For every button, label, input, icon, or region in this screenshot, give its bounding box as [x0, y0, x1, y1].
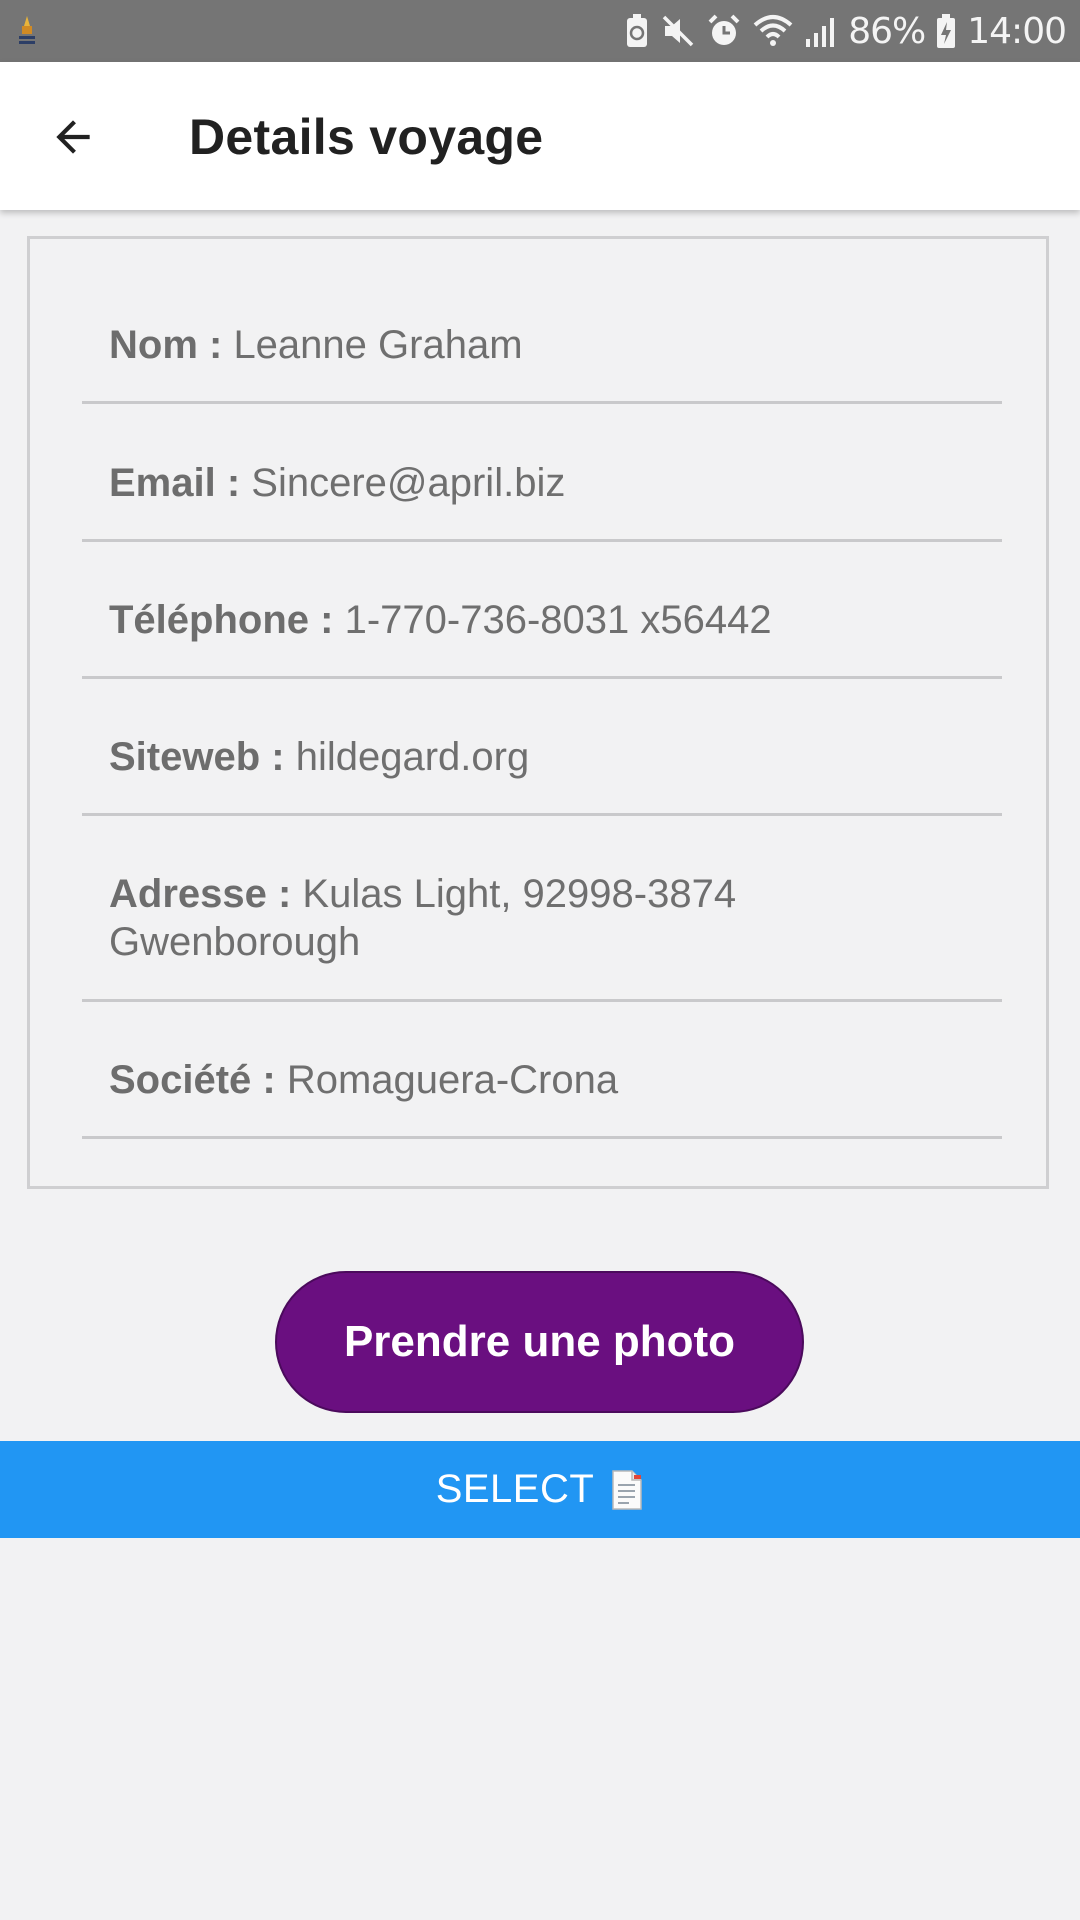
email-label: Email : [109, 461, 252, 505]
siteweb-value: hildegard.org [295, 735, 530, 779]
back-button[interactable] [38, 102, 108, 172]
status-time: 14:00 [967, 10, 1067, 52]
mute-icon [662, 15, 694, 47]
adresse-value-line2: Gwenborough [109, 920, 361, 964]
societe-label: Société : [109, 1058, 287, 1102]
arrow-back-icon [56, 120, 90, 154]
detail-row-adresse: Adresse : Kulas Light, 92998-3874 Gwenbo… [82, 816, 1002, 1002]
detail-row-societe: Société : Romaguera-Crona [82, 1002, 1002, 1139]
select-button[interactable]: SELECT [0, 1441, 1080, 1538]
adresse-value: Kulas Light, 92998-3874 [302, 872, 737, 916]
telephone-label: Téléphone : [109, 598, 345, 642]
app-notification-icon [19, 16, 35, 44]
battery-charging-icon [937, 14, 956, 48]
siteweb-label: Siteweb : [109, 735, 296, 779]
detail-row-email: Email : Sincere@april.biz [82, 404, 1002, 542]
email-value: Sincere@april.biz [251, 461, 566, 505]
page-title: Details voyage [189, 109, 544, 165]
details-card: Nom : Leanne Graham Email : Sincere@apri… [27, 236, 1049, 1189]
document-icon [612, 1469, 643, 1510]
detail-row-siteweb: Siteweb : hildegard.org [82, 679, 1002, 816]
battery-saver-icon [627, 14, 648, 47]
app-bar: Details voyage [0, 62, 1080, 210]
status-icons: 86% 14:00 [624, 0, 1067, 62]
battery-percentage: 86% [848, 10, 926, 52]
signal-icon [806, 18, 835, 47]
societe-value: Romaguera-Crona [286, 1058, 619, 1102]
alarm-icon [708, 14, 740, 45]
detail-row-nom: Nom : Leanne Graham [82, 299, 1002, 404]
adresse-label: Adresse : [109, 872, 303, 916]
detail-row-telephone: Téléphone : 1-770-736-8031 x56442 [82, 542, 1002, 679]
wifi-icon [753, 15, 793, 46]
telephone-value: 1-770-736-8031 x56442 [344, 598, 772, 642]
nom-label: Nom : [109, 323, 234, 367]
select-button-label: SELECT [435, 1467, 595, 1511]
nom-value: Leanne Graham [233, 323, 523, 367]
status-bar: 86% 14:00 [0, 0, 1080, 62]
take-photo-button[interactable]: Prendre une photo [275, 1271, 804, 1413]
